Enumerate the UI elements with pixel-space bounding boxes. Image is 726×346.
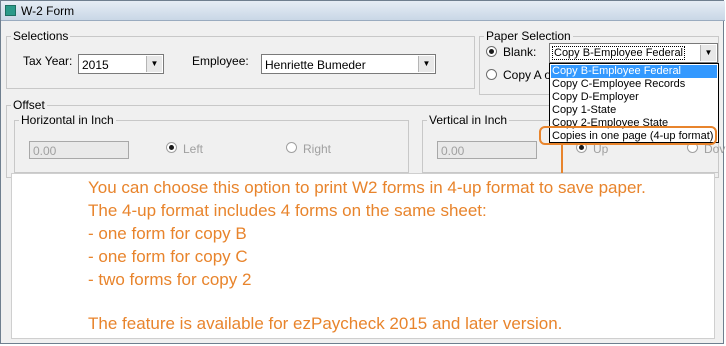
employee-combo[interactable]: Henriette Bumeder ▼	[261, 54, 436, 74]
w2-form-window: W-2 Form Selections Tax Year: 2015 ▼ Emp…	[0, 0, 725, 344]
blank-label: Blank:	[503, 45, 537, 59]
chevron-down-icon[interactable]: ▼	[418, 56, 434, 72]
callout-box: You can choose this option to print W2 f…	[11, 173, 715, 339]
app-icon	[5, 5, 16, 16]
horizontal-offset-input[interactable]: 0.00	[29, 141, 129, 159]
vertical-legend: Vertical in Inch	[429, 113, 508, 127]
callout-line-3: - one form for copy B	[88, 224, 247, 243]
left-radio[interactable]	[166, 142, 177, 153]
copy-a-label: Copy A o	[503, 68, 552, 82]
dropdown-item-copy-c[interactable]: Copy C-Employee Records	[552, 78, 685, 91]
blank-radio[interactable]	[486, 46, 497, 57]
copy-a-radio[interactable]	[486, 69, 497, 80]
paper-selection-legend: Paper Selection	[486, 29, 571, 43]
title-bar: W-2 Form	[1, 1, 725, 21]
offset-legend: Offset	[13, 98, 45, 112]
callout-pointer	[561, 145, 563, 173]
dropdown-item-copy-1[interactable]: Copy 1-State	[552, 104, 616, 117]
employee-value: Henriette Bumeder	[265, 58, 366, 72]
tax-year-value: 2015	[82, 58, 109, 72]
callout-line-5: - two forms for copy 2	[88, 270, 252, 289]
right-label: Right	[303, 142, 332, 156]
chevron-down-icon[interactable]: ▼	[700, 45, 716, 61]
callout-line-6: The feature is available for ezPaycheck …	[88, 314, 563, 333]
callout-line-1: You can choose this option to print W2 f…	[88, 178, 646, 197]
horizontal-legend: Horizontal in Inch	[21, 113, 114, 127]
paper-combo[interactable]: Copy B-Employee Federal ▼	[549, 43, 718, 63]
left-label: Left	[183, 142, 204, 156]
vertical-offset-value: 0.00	[441, 144, 465, 158]
dropdown-item-copy-d[interactable]: Copy D-Employer	[552, 91, 639, 104]
dropdown-item-copy-b[interactable]: Copy B-Employee Federal	[551, 65, 717, 78]
vertical-offset-input[interactable]: 0.00	[437, 141, 537, 159]
callout-line-4: - one form for copy C	[88, 247, 248, 266]
highlight-box	[539, 126, 717, 145]
paper-combo-value: Copy B-Employee Federal	[552, 46, 686, 60]
tax-year-label: Tax Year:	[23, 54, 73, 68]
right-radio[interactable]	[286, 142, 297, 153]
tax-year-combo[interactable]: 2015 ▼	[78, 54, 164, 74]
callout-line-2: The 4-up format includes 4 forms on the …	[88, 201, 487, 220]
employee-label: Employee:	[192, 54, 249, 68]
window-title: W-2 Form	[21, 4, 75, 18]
selections-legend: Selections	[13, 29, 69, 43]
chevron-down-icon[interactable]: ▼	[146, 56, 162, 72]
horizontal-offset-value: 0.00	[33, 144, 57, 158]
